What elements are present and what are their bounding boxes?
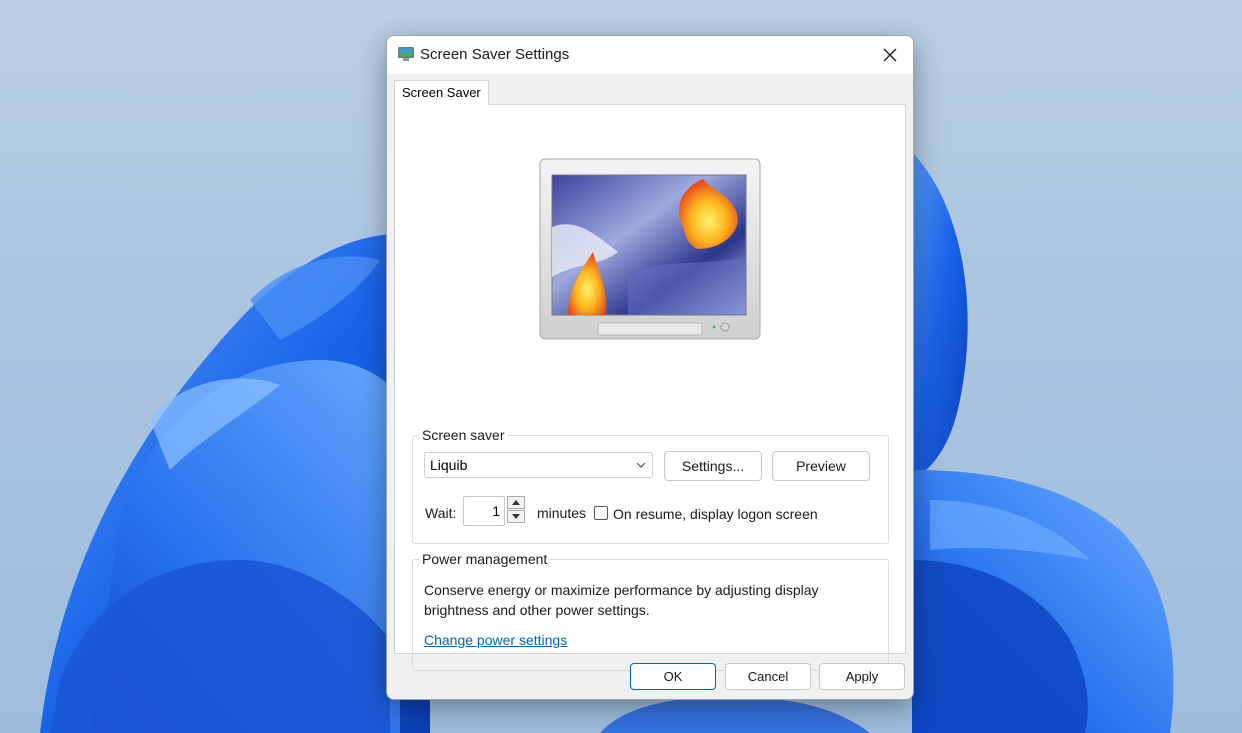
change-power-settings-link[interactable]: Change power settings <box>424 632 567 648</box>
screensaver-dropdown[interactable]: Liquib <box>424 452 653 478</box>
settings-button[interactable]: Settings... <box>664 451 762 481</box>
power-group-label: Power management <box>419 550 551 568</box>
arrow-up-icon <box>512 500 520 505</box>
tab-panel: Screen saver Liquib Settings... Preview … <box>394 104 906 671</box>
minutes-label: minutes <box>537 505 587 521</box>
ok-button[interactable]: OK <box>630 663 716 690</box>
wait-spinner <box>507 496 525 524</box>
chevron-down-icon <box>636 462 646 468</box>
screensaver-group: Screen saver Liquib Settings... Preview … <box>412 426 889 544</box>
wait-minutes-value: 1 <box>492 503 500 519</box>
screen-saver-dialog: Screen Saver Settings Screen Saver Scree… <box>386 35 914 700</box>
spin-up-button[interactable] <box>507 496 525 509</box>
arrow-down-icon <box>512 514 520 519</box>
close-icon <box>883 48 897 62</box>
screensaver-selected: Liquib <box>430 457 468 473</box>
window-title: Screen Saver Settings <box>420 46 570 63</box>
wait-minutes-input[interactable]: 1 <box>463 496 505 526</box>
power-management-group: Power management Conserve energy or maxi… <box>412 550 889 671</box>
close-button[interactable] <box>867 36 913 74</box>
logon-checkbox[interactable] <box>594 506 608 520</box>
wait-label: Wait: <box>425 505 457 521</box>
monitor-app-icon <box>398 47 414 61</box>
screensaver-preview-monitor <box>539 158 761 340</box>
tab-screen-saver[interactable]: Screen Saver <box>394 80 489 105</box>
logon-checkbox-label[interactable]: On resume, display logon screen <box>613 506 818 522</box>
power-description: Conserve energy or maximize performance … <box>424 582 819 618</box>
preview-button[interactable]: Preview <box>772 451 870 481</box>
apply-button[interactable]: Apply <box>819 663 905 690</box>
spin-down-button[interactable] <box>507 510 525 523</box>
cancel-button[interactable]: Cancel <box>725 663 811 690</box>
screensaver-group-label: Screen saver <box>419 426 508 444</box>
title-bar[interactable]: Screen Saver Settings <box>387 36 913 75</box>
